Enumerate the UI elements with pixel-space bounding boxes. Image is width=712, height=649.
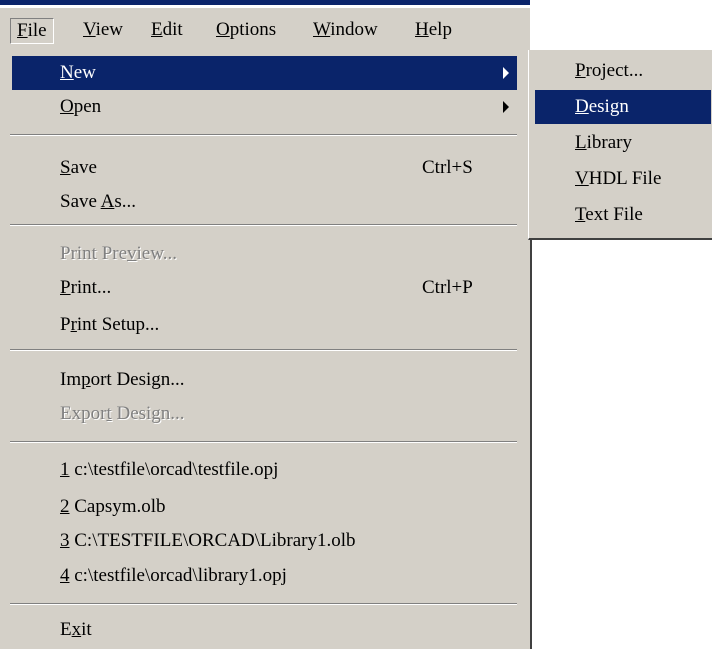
menu-item-recent-2[interactable]: 2 Capsym.olb [12,490,517,524]
menu-bar: File View Edit Options Window Help [0,8,712,51]
submenu-item-design[interactable]: Design [535,90,711,124]
menu-file-label: ile [27,20,47,41]
submenu-item-library-label: Library [575,132,632,153]
submenu-arrow-icon [503,67,509,79]
menu-item-print-preview[interactable]: Print Preview... [12,237,517,271]
menu-item-recent-2-label: 2 Capsym.olb [60,496,166,517]
submenu-item-vhdl-file[interactable]: VHDL File [535,162,711,196]
menu-item-save-as-label: Save As... [60,191,137,212]
submenu-item-library[interactable]: Library [535,126,711,160]
menu-item-new-label: New [60,62,96,83]
menu-item-recent-1[interactable]: 1 c:\testfile\orcad\testfile.opj [12,453,517,487]
submenu-item-project-label: Project... [575,60,644,81]
menu-help-label: elp [428,19,452,40]
menu-item-recent-3-label: 3 C:\TESTFILE\ORCAD\Library1.olb [60,530,356,551]
menu-edit-label: dit [162,19,183,40]
menu-help-mnemonic: H [415,19,429,40]
menu-item-print-preview-label: Print Preview... [60,243,177,264]
menu-edit[interactable]: Edit [145,18,189,42]
menu-file-mnemonic: F [17,20,28,41]
submenu-arrow-icon [503,101,509,113]
menu-item-save-as[interactable]: Save As... [12,185,517,219]
menu-separator [10,134,517,136]
menu-separator [10,441,517,443]
new-submenu: Project... Design Library VHDL File Text… [528,50,712,240]
menu-item-import-design-label: Import Design... [60,369,185,390]
menu-item-import-design[interactable]: Import Design... [12,363,517,397]
menu-view-mnemonic: V [83,19,96,40]
menu-item-save[interactable]: Save Ctrl+S [12,151,517,185]
menu-item-open[interactable]: Open [12,90,517,124]
menu-item-recent-1-label: 1 c:\testfile\orcad\testfile.opj [60,459,279,480]
menu-item-exit[interactable]: Exit [12,613,517,647]
menu-view[interactable]: View [77,18,129,42]
menu-separator [10,349,517,351]
menu-item-print-setup[interactable]: Print Setup... [12,308,517,342]
menu-window-label: indow [330,19,378,40]
menu-item-print-label: Print... [60,277,112,298]
menu-separator [10,603,517,605]
menu-window-mnemonic: W [313,19,331,40]
menu-file[interactable]: File [10,18,54,44]
menu-item-open-label: Open [60,96,102,117]
menu-item-save-shortcut: Ctrl+S [422,157,473,178]
menu-item-recent-4-label: 4 c:\testfile\orcad\library1.opj [60,565,287,586]
menu-item-new[interactable]: New [12,56,517,90]
submenu-item-design-label: Design [575,96,629,117]
submenu-item-text-file-label: Text File [575,204,643,225]
submenu-item-project[interactable]: Project... [535,54,711,88]
menu-edit-mnemonic: E [151,19,163,40]
menu-window[interactable]: Window [307,18,384,42]
menu-help[interactable]: Help [409,18,458,42]
menu-options[interactable]: Options [210,18,282,42]
submenu-item-vhdl-file-label: VHDL File [575,168,662,189]
file-menu-dropdown: New Open Save Ctrl+S Save As... Print Pr… [0,50,532,649]
menu-item-export-design[interactable]: Export Design... [12,397,517,431]
title-bar-edge [0,0,530,5]
menu-options-label: ptions [229,19,277,40]
menu-view-label: iew [95,19,124,40]
submenu-item-text-file[interactable]: Text File [535,198,711,232]
menu-item-recent-4[interactable]: 4 c:\testfile\orcad\library1.opj [12,559,517,593]
menu-item-save-label: Save [60,157,97,178]
menu-item-print-setup-label: Print Setup... [60,314,160,335]
menu-item-print[interactable]: Print... Ctrl+P [12,271,517,305]
menu-item-exit-label: Exit [60,619,92,640]
menu-item-export-design-label: Export Design... [60,403,185,424]
menu-options-mnemonic: O [216,19,230,40]
menu-bar-background: File View Edit Options Window Help [0,8,530,51]
menu-separator [10,224,517,226]
menu-item-recent-3[interactable]: 3 C:\TESTFILE\ORCAD\Library1.olb [12,524,517,558]
menu-item-print-shortcut: Ctrl+P [422,277,473,298]
